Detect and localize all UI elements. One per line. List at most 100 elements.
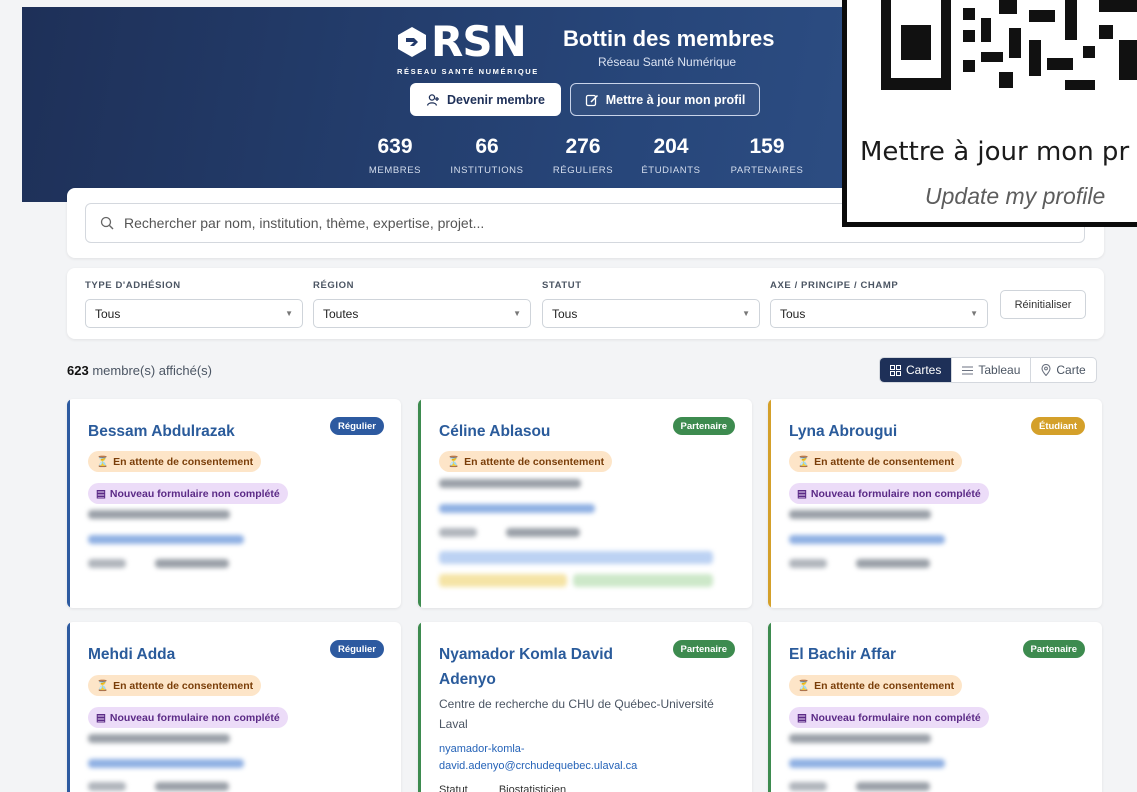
member-institution: Centre de recherche du CHU de Québec-Uni…: [439, 694, 714, 734]
hourglass-icon: ⏳: [447, 456, 461, 468]
member-card[interactable]: El Bachir Affar Partenaire ⏳ En attente d…: [768, 622, 1102, 792]
redacted-email: [789, 535, 945, 544]
status-value: Biostatisticien: [498, 784, 567, 792]
view-cards-button[interactable]: Cartes: [880, 358, 952, 382]
pending-consent-badge: ⏳ En attente de consentement: [88, 451, 262, 472]
member-card[interactable]: Nyamador Komla David Adenyo Partenaire C…: [418, 622, 752, 792]
member-name[interactable]: Lyna Abrougui: [789, 419, 897, 444]
map-pin-icon: [1041, 364, 1051, 376]
institution-line: Centre de recherche du CHU de Québec-Uni…: [439, 697, 714, 711]
stat-members: 639 MEMBRES: [365, 135, 425, 176]
member-type-badge: Régulier: [329, 640, 384, 658]
redacted-status-value: [856, 782, 930, 791]
region-select[interactable]: Toutes ▼: [313, 299, 531, 328]
filter-membership-type: TYPE D'ADHÉSION Tous ▼: [85, 280, 303, 328]
redacted-institution: [88, 734, 230, 743]
view-map-button[interactable]: Carte: [1030, 358, 1095, 382]
redacted-email: [88, 535, 244, 544]
hourglass-icon: ⏳: [96, 456, 110, 468]
qr-code-icon: [881, 0, 1137, 90]
member-name[interactable]: Mehdi Adda: [88, 642, 175, 667]
badge-label: Nouveau formulaire non complété: [810, 711, 981, 724]
member-type-badge: Partenaire: [672, 417, 735, 435]
card-accent-bar: [67, 399, 70, 608]
chevron-down-icon: ▼: [970, 309, 978, 318]
qr-subtitle: Update my profile: [925, 183, 1106, 209]
member-name[interactable]: El Bachir Affar: [789, 642, 896, 667]
chevron-down-icon: ▼: [513, 309, 521, 318]
badge-label: En attente de consentement: [464, 455, 605, 468]
rsn-hex-icon: [398, 26, 426, 57]
redacted-status-label: [789, 559, 827, 568]
badge-label: En attente de consentement: [113, 455, 254, 468]
member-email-link[interactable]: nyamador-komla- david.adenyo@crchudequeb…: [439, 741, 637, 775]
form-icon: ▤: [96, 711, 106, 724]
member-name[interactable]: Bessam Abdulrazak: [88, 419, 235, 444]
status-select[interactable]: Tous ▼: [542, 299, 760, 328]
pending-consent-badge: ⏳ En attente de consentement: [439, 451, 613, 472]
redacted-institution: [439, 479, 581, 488]
redacted-institution: [88, 510, 230, 519]
redacted-principle-tag: [439, 574, 567, 587]
stat-etudiants: 204 ÉTUDIANTS: [636, 135, 706, 176]
member-name-line: Adenyo: [439, 671, 496, 688]
redacted-field-tag: [573, 574, 713, 587]
select-value: Tous: [95, 306, 121, 321]
redacted-email: [439, 504, 595, 513]
redacted-status-label: [789, 782, 827, 791]
update-profile-button[interactable]: Mettre à jour mon profil: [570, 83, 760, 116]
join-button[interactable]: Devenir membre: [410, 83, 561, 116]
logo-tagline: RÉSEAU SANTÉ NUMÉRIQUE: [397, 67, 539, 76]
member-type-badge: Régulier: [329, 417, 384, 435]
page-title: Bottin des membres: [563, 26, 775, 51]
hourglass-icon: ⏳: [797, 456, 811, 468]
email-line: nyamador-komla-: [439, 743, 525, 755]
redacted-status-label: [88, 782, 126, 791]
card-accent-bar: [418, 399, 421, 608]
view-label: Cartes: [906, 363, 942, 377]
member-status: Statut Biostatisticien: [439, 784, 566, 792]
badge-label: Nouveau formulaire non complété: [810, 487, 981, 500]
badge-label: En attente de consentement: [113, 679, 254, 692]
member-card[interactable]: Bessam Abdulrazak Régulier ⏳ En attente d…: [67, 399, 401, 608]
reset-button[interactable]: Réinitialiser: [1000, 290, 1086, 319]
redacted-email: [789, 759, 945, 768]
member-name[interactable]: Céline Ablasou: [439, 419, 550, 444]
chevron-down-icon: ▼: [742, 309, 750, 318]
select-value: Toutes: [323, 306, 359, 321]
stat-label: MEMBRES: [368, 165, 422, 176]
filter-region: RÉGION Toutes ▼: [313, 280, 531, 328]
member-card[interactable]: Céline Ablasou Partenaire ⏳ En attente de…: [418, 399, 752, 608]
redacted-status-label: [88, 559, 126, 568]
hourglass-icon: ⏳: [797, 680, 811, 692]
form-incomplete-badge: ▤ Nouveau formulaire non complété: [789, 707, 989, 728]
member-card[interactable]: Lyna Abrougui Étudiant ⏳ En attente de co…: [768, 399, 1102, 608]
filter-status: STATUT Tous ▼: [542, 280, 760, 328]
results-count-label: membre(s) affiché(s): [92, 363, 213, 378]
email-line: david.adenyo@crchudequebec.ulaval.ca: [439, 760, 638, 772]
pending-consent-badge: ⏳ En attente de consentement: [789, 675, 963, 696]
form-incomplete-badge: ▤ Nouveau formulaire non complété: [88, 483, 288, 504]
update-profile-label: Mettre à jour mon profil: [605, 92, 746, 107]
axis-select[interactable]: Tous ▼: [770, 299, 988, 328]
stat-value: 159: [749, 135, 785, 158]
redacted-status-value: [856, 559, 930, 568]
membership-type-select[interactable]: Tous ▼: [85, 299, 303, 328]
member-name[interactable]: Nyamador Komla David Adenyo: [439, 642, 613, 692]
chevron-down-icon: ▼: [285, 309, 293, 318]
stat-reguliers: 276 RÉGULIERS: [548, 135, 618, 176]
stat-label: RÉGULIERS: [552, 165, 614, 176]
card-accent-bar: [67, 622, 70, 792]
view-table-button[interactable]: Tableau: [951, 358, 1030, 382]
member-type-badge: Étudiant: [1031, 417, 1085, 435]
page-subtitle: Réseau Santé Numérique: [598, 55, 737, 69]
form-incomplete-badge: ▤ Nouveau formulaire non complété: [88, 707, 288, 728]
member-card[interactable]: Mehdi Adda Régulier ⏳ En attente de conse…: [67, 622, 401, 792]
qr-code-overlay: Mettre à jour mon pr Update my profile: [842, 0, 1137, 227]
redacted-axis-tag: [439, 551, 713, 564]
grid-icon: [890, 364, 901, 376]
redacted-status-value: [155, 782, 229, 791]
list-icon: [962, 365, 974, 375]
redacted-email: [88, 759, 244, 768]
results-count-value: 623: [67, 363, 89, 378]
